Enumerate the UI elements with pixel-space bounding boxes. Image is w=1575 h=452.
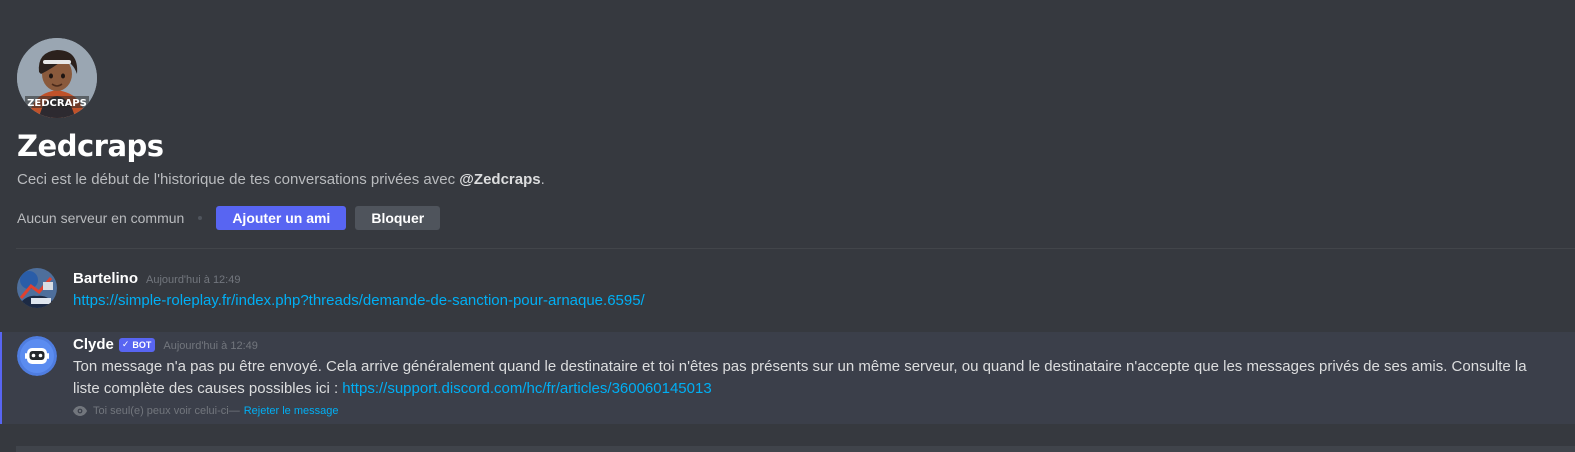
message-header: Bartelino Aujourd'hui à 12:49 — [73, 270, 240, 287]
message-author[interactable]: Bartelino — [73, 270, 138, 287]
intro-description: Ceci est le début de l'historique de tes… — [17, 170, 1557, 190]
avatar-caption: ZEDCRAPS — [27, 98, 87, 109]
author-avatar-icon — [17, 268, 57, 308]
message-item-ephemeral: Clyde ✓ BOT Aujourd'hui à 12:49 Ton messa… — [0, 332, 1575, 424]
intro-username: Zedcraps — [17, 129, 164, 163]
clyde-bot-icon — [17, 336, 57, 376]
intro-description-prefix: Ceci est le début de l'historique de tes… — [17, 171, 460, 188]
user-avatar[interactable]: ZEDCRAPS — [17, 38, 97, 118]
verified-check-icon: ✓ — [121, 339, 130, 349]
author-avatar[interactable] — [17, 268, 57, 308]
intro-divider — [16, 248, 1575, 249]
clyde-avatar[interactable] — [17, 336, 57, 376]
eye-icon — [73, 406, 87, 416]
user-mention[interactable]: @Zedcraps — [459, 171, 540, 188]
message-text: Ton message n'a pas pu être envoyé. Cela… — [73, 358, 1527, 397]
add-friend-button[interactable]: Ajouter un ami — [216, 206, 347, 230]
intro-actions: Aucun serveur en commun Ajouter un ami B… — [17, 206, 1557, 230]
message-author[interactable]: Clyde — [73, 336, 114, 353]
message-header: Clyde ✓ BOT Aujourd'hui à 12:49 — [73, 336, 258, 354]
mutual-servers-label[interactable]: Aucun serveur en commun — [17, 210, 184, 226]
dot-separator — [198, 216, 203, 220]
dm-intro: ZEDCRAPS Zedcraps Ceci est le début de l… — [17, 38, 1557, 230]
message-timestamp: Aujourd'hui à 12:49 — [146, 274, 241, 286]
message-timestamp: Aujourd'hui à 12:49 — [163, 340, 258, 352]
block-button[interactable]: Bloquer — [355, 206, 441, 230]
bot-tag: ✓ BOT — [118, 337, 156, 352]
message-content: https://simple-roleplay.fr/index.php?thr… — [73, 290, 645, 312]
message-content: Ton message n'a pas pu être envoyé. Cela… — [73, 356, 1553, 400]
dismiss-message-link[interactable]: Rejeter le message — [244, 405, 339, 417]
bot-tag-label: BOT — [132, 339, 152, 350]
ephemeral-separator: — — [228, 405, 240, 417]
ephemeral-note: Toi seul(e) peux voir celui-ci — [93, 405, 229, 417]
intro-description-suffix: . — [540, 171, 545, 188]
message-link[interactable]: https://simple-roleplay.fr/index.php?thr… — [73, 292, 645, 309]
message-item: Bartelino Aujourd'hui à 12:49 https://si… — [0, 262, 1575, 320]
message-input-edge — [16, 446, 1575, 452]
message-link[interactable]: https://support.discord.com/hc/fr/articl… — [342, 380, 711, 397]
user-avatar-icon: ZEDCRAPS — [17, 38, 97, 118]
ephemeral-notice: Toi seul(e) peux voir celui-ci — Rejeter… — [73, 405, 339, 417]
dm-channel: ZEDCRAPS Zedcraps Ceci est le début de l… — [0, 0, 1575, 452]
